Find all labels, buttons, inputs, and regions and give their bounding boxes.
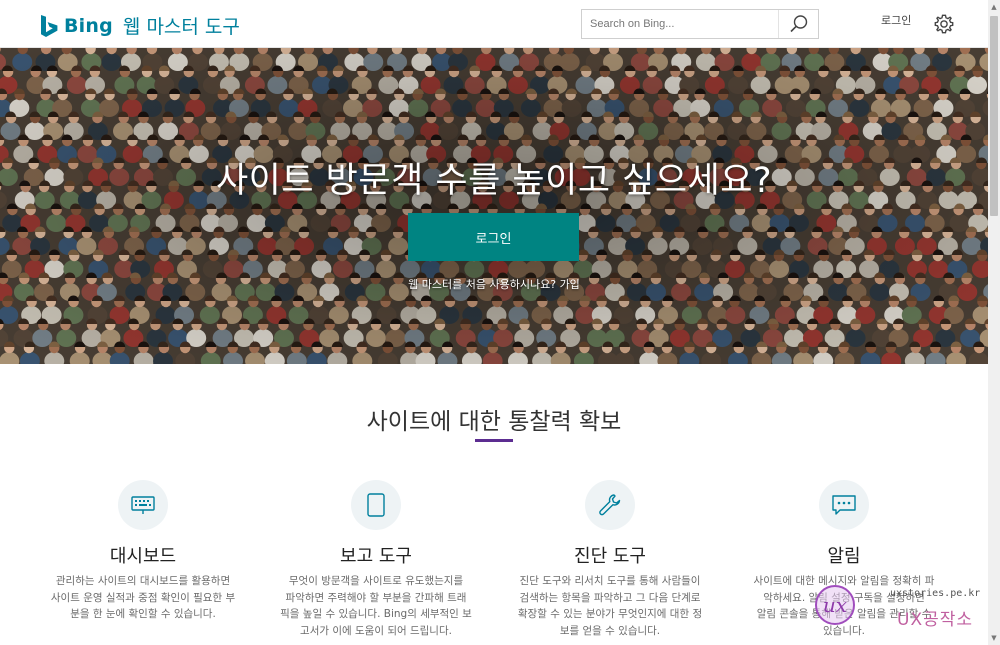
- desc-line: 진단 도구와 리서치 도구를 통해 사람들이: [519, 575, 701, 587]
- search-input[interactable]: [582, 10, 778, 38]
- feature-title: 보고 도구: [340, 546, 412, 567]
- logo-wordmark: Bing: [64, 14, 113, 37]
- top-bar: Bing 웹 마스터 도구 로그인: [0, 0, 988, 48]
- hero-signup-prompt: 웹 마스터를 처음 사용하시나요? 가입: [0, 276, 988, 292]
- desc-line: 분을 한 눈에 확인할 수 있습니다.: [70, 608, 216, 620]
- search-box: [581, 9, 819, 39]
- desc-line: 보를 얻을 수 있습니다.: [559, 624, 661, 637]
- hero-overlay: [0, 48, 988, 364]
- page-scrollbar[interactable]: ▲ ▼: [988, 0, 1000, 645]
- feature-title: 진단 도구: [574, 546, 646, 567]
- scroll-thumb[interactable]: [990, 16, 998, 216]
- feature-title: 대시보드: [109, 546, 177, 567]
- desc-line: 검색하는 항목을 파악하고 그 다음 단계로: [519, 591, 701, 604]
- desc-line: 파악하면 주력해야 할 부분을 간파해 트래: [285, 591, 467, 604]
- section-title-underline: [475, 439, 513, 442]
- feature-description: 진단 도구와 리서치 도구를 통해 사람들이 검색하는 항목을 파악하고 그 다…: [501, 573, 719, 639]
- scroll-down-arrow-icon[interactable]: ▼: [988, 631, 1000, 645]
- section-title: 사이트에 대한 통찰력 확보: [366, 409, 622, 435]
- signup-prompt-text: 웹 마스터를 처음 사용하시나요?: [408, 278, 557, 291]
- tablet-icon: [351, 480, 401, 530]
- watermark-url: uxstories.pe.kr: [890, 588, 981, 599]
- feature-description: 무엇이 방문객을 사이트로 유도했는지를 파악하면 주력해야 할 부분을 간파해…: [267, 573, 485, 639]
- desc-line: 사이트 운영 실적과 중점 확인이 필요한 부: [50, 591, 236, 604]
- feature-description: 관리하는 사이트의 대시보드를 활용하면 사이트 운영 실적과 중점 확인이 필…: [34, 573, 252, 623]
- search-button[interactable]: [778, 10, 818, 38]
- desc-line: 관리하는 사이트의 대시보드를 활용하면: [55, 575, 231, 587]
- gear-icon[interactable]: [933, 13, 955, 35]
- header-signin-link[interactable]: 로그인: [881, 12, 911, 28]
- feature-title: 알림: [827, 546, 861, 567]
- bing-logo[interactable]: Bing 웹 마스터 도구: [40, 12, 240, 39]
- hero-banner: 사이트 방문객 수를 높이고 싶으세요? 로그인 웹 마스터를 처음 사용하시나…: [0, 48, 988, 364]
- desc-line: 고서가 이에 도움이 되어 드립니다.: [300, 624, 452, 637]
- wrench-icon: [585, 480, 635, 530]
- search-icon: [789, 15, 807, 33]
- hero-title: 사이트 방문객 수를 높이고 싶으세요?: [215, 161, 773, 201]
- hero-signin-button[interactable]: 로그인: [408, 213, 579, 261]
- message-icon: [819, 480, 869, 530]
- desc-line: 픽을 높일 수 있습니다. Bing의 세부적인 보: [280, 608, 472, 620]
- desc-line: 확장할 수 있는 분야가 무엇인지에 대한 정: [517, 608, 703, 620]
- keyboard-icon: [118, 480, 168, 530]
- signup-link[interactable]: 가입: [560, 278, 580, 291]
- watermark-logo: ux: [815, 585, 855, 625]
- watermark-brand: UX공작소: [897, 610, 974, 630]
- desc-line: 무엇이 방문객을 사이트로 유도했는지를: [288, 575, 464, 587]
- product-title: 웹 마스터 도구: [122, 16, 240, 38]
- bing-b-icon: [41, 14, 58, 37]
- scroll-up-arrow-icon[interactable]: ▲: [988, 0, 1000, 14]
- uxstories-watermark: ux uxstories.pe.kr UX공작소: [815, 583, 985, 633]
